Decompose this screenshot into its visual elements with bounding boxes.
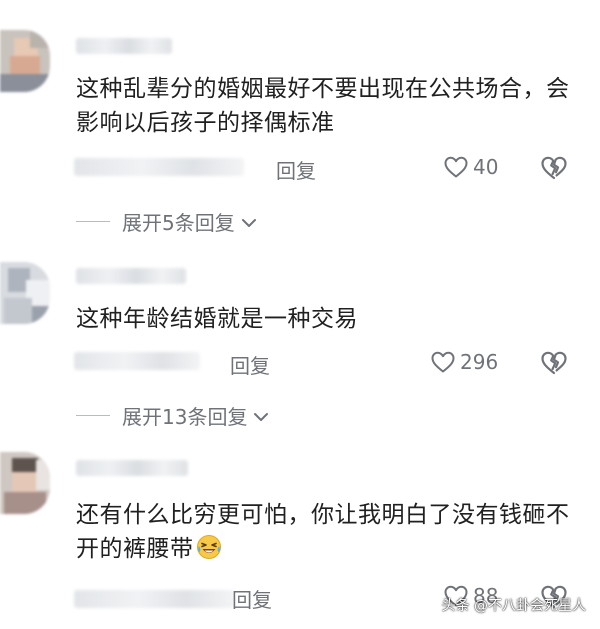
like-count: 296 (460, 350, 499, 374)
chevron-down-icon (253, 404, 269, 428)
broken-heart-icon (540, 350, 568, 376)
avatar[interactable] (0, 452, 50, 514)
avatar[interactable] (0, 30, 50, 92)
reply-button[interactable]: 回复 (232, 584, 272, 613)
heart-outline-icon (443, 155, 469, 179)
comment-text: 还有什么比穷更可怕，你让我明白了没有钱砸不开的裤腰带 (76, 498, 576, 566)
watermark: 头条 @不八卦会死星人 (441, 598, 586, 614)
dislike-button[interactable] (540, 350, 568, 376)
reply-button[interactable]: 回复 (276, 155, 316, 184)
expand-replies-button[interactable]: 展开5条回复 (76, 207, 257, 236)
divider-line (76, 415, 110, 416)
heart-outline-icon (430, 350, 456, 374)
laughing-tears-emoji-icon (196, 534, 222, 560)
username-redacted (76, 38, 172, 54)
expand-replies-label: 展开13条回复 (122, 405, 248, 429)
like-button[interactable]: 296 (430, 350, 498, 374)
expand-replies-button[interactable]: 展开13条回复 (76, 401, 269, 430)
comment-text: 这种乱辈分的婚姻最好不要出现在公共场合，会影响以后孩子的择偶标准 (76, 76, 570, 136)
comment-meta-redacted (74, 590, 234, 608)
username-redacted (76, 268, 186, 284)
like-count: 40 (473, 155, 499, 179)
reply-button[interactable]: 回复 (230, 350, 270, 379)
dislike-button[interactable] (540, 155, 568, 181)
comment-meta-redacted (74, 158, 244, 176)
expand-replies-label: 展开5条回复 (122, 211, 235, 235)
divider-line (76, 221, 110, 222)
like-button[interactable]: 40 (443, 155, 498, 179)
comment-text-body: 还有什么比穷更可怕，你让我明白了没有钱砸不开的裤腰带 (76, 502, 570, 562)
comment-meta-redacted (74, 352, 200, 370)
avatar[interactable] (0, 262, 50, 324)
comment-text: 这种年龄结婚就是一种交易 (76, 306, 358, 332)
username-redacted (76, 460, 188, 476)
broken-heart-icon (540, 155, 568, 181)
chevron-down-icon (241, 210, 257, 234)
